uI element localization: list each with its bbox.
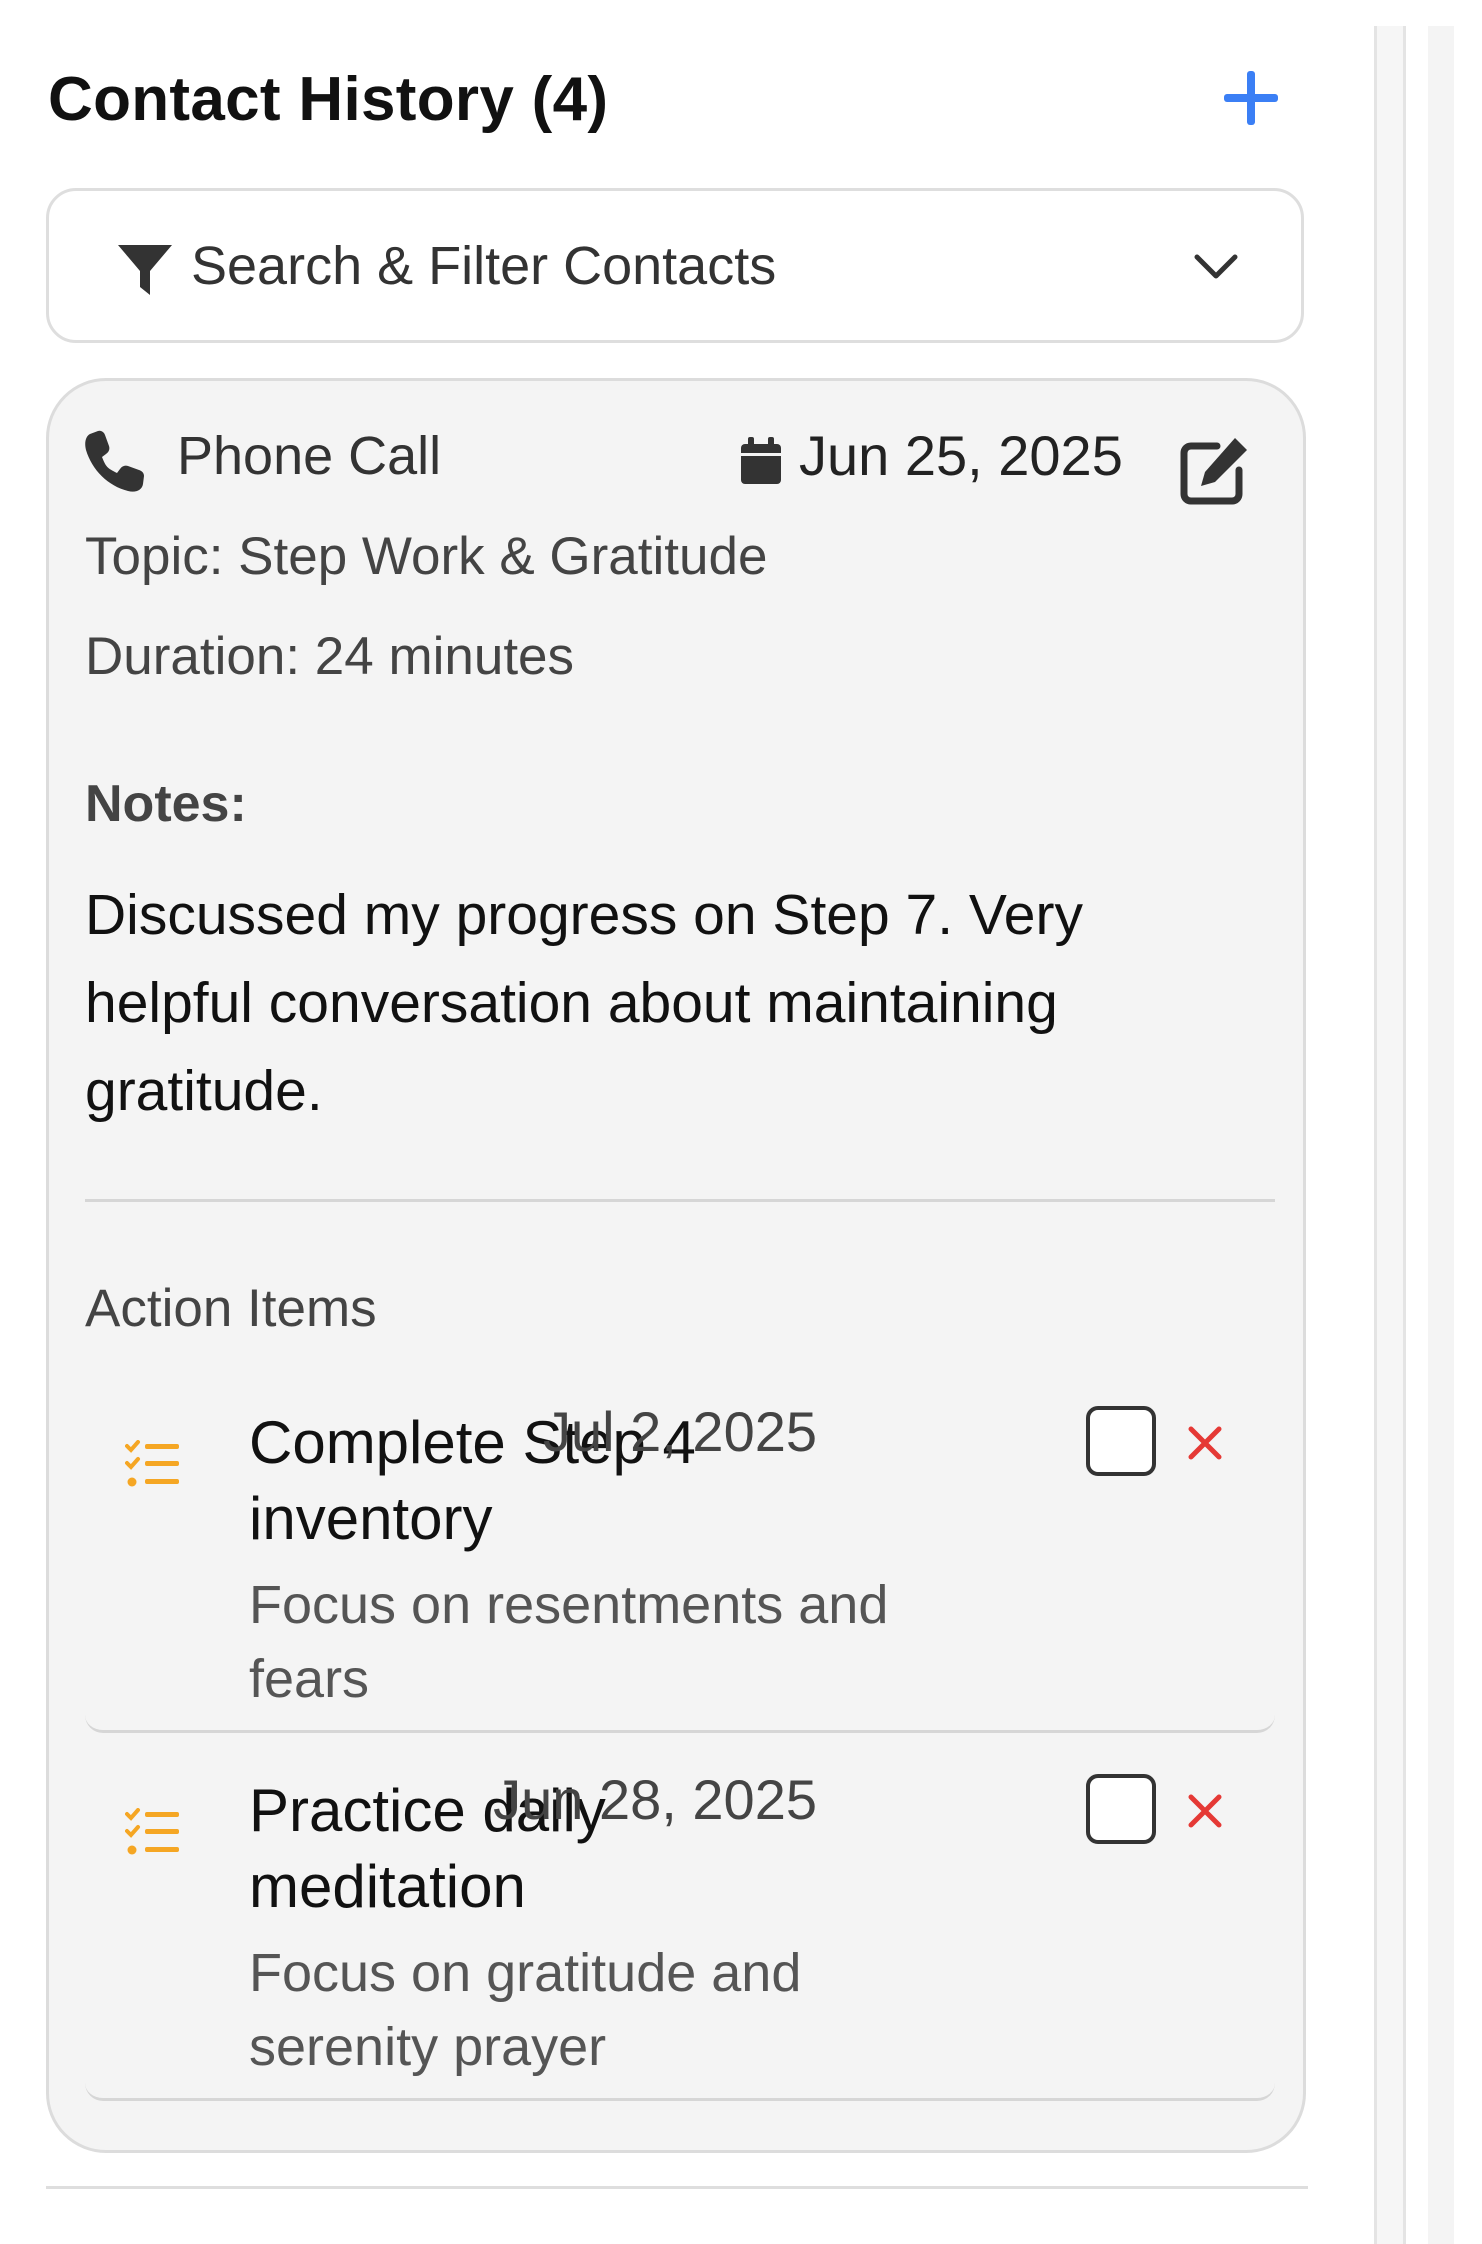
close-icon (1188, 1426, 1222, 1460)
notes-label: Notes: (85, 775, 247, 833)
action-item: Practice daily meditation Jun 28, 2025 F… (85, 1751, 1275, 2101)
calendar-icon (741, 437, 781, 484)
search-filter-label: Search & Filter Contacts (191, 236, 777, 296)
action-item-checkbox[interactable] (1086, 1774, 1156, 1844)
task-list-icon (125, 1440, 179, 1487)
notes-text: Discussed my progress on Step 7. Very he… (85, 883, 1083, 1123)
delete-action-item-button[interactable] (1185, 1791, 1225, 1831)
contact-topic: Topic: Step Work & Gratitude (85, 527, 768, 586)
contact-date: Jun 25, 2025 (799, 424, 1123, 487)
chevron-down-icon (1194, 254, 1238, 279)
add-contact-button[interactable] (1216, 63, 1286, 133)
contact-type-label: Phone Call (177, 426, 442, 486)
filter-funnel-icon (118, 245, 172, 295)
action-items-heading: Action Items (85, 1279, 377, 1338)
action-item-due-date: Jun 28, 2025 (493, 1768, 817, 1831)
task-list-icon (125, 1808, 179, 1855)
contact-card: Phone Call Jun 25, 2025 Topic: Step Work… (46, 378, 1306, 2153)
panel-title: Contact History (4) (48, 65, 609, 134)
plus-icon (1224, 71, 1278, 125)
action-item-description: Focus on resentments and fears (249, 1575, 889, 1709)
phone-icon (85, 430, 144, 492)
side-panel-edge (1428, 26, 1454, 2244)
edit-contact-button[interactable] (1177, 434, 1251, 508)
action-item-due-date: Jul 2, 2025 (543, 1400, 817, 1463)
divider (85, 1199, 1275, 1202)
action-item: Complete Step 4 inventory Jul 2, 2025 Fo… (85, 1383, 1275, 1733)
search-filter-toggle[interactable]: Search & Filter Contacts (46, 188, 1304, 343)
action-item-checkbox[interactable] (1086, 1406, 1156, 1476)
divider (46, 2186, 1308, 2189)
delete-action-item-button[interactable] (1185, 1423, 1225, 1463)
contact-duration: Duration: 24 minutes (85, 627, 575, 686)
action-item-description: Focus on gratitude and serenity prayer (249, 1943, 802, 2077)
scrollbar[interactable] (1374, 26, 1406, 2244)
contact-history-panel: Contact History (4) Search & Filter Cont… (46, 0, 1308, 2244)
contact-history-header: Contact History (4) (46, 58, 1308, 148)
edit-icon (1180, 438, 1247, 505)
close-icon (1188, 1794, 1222, 1828)
